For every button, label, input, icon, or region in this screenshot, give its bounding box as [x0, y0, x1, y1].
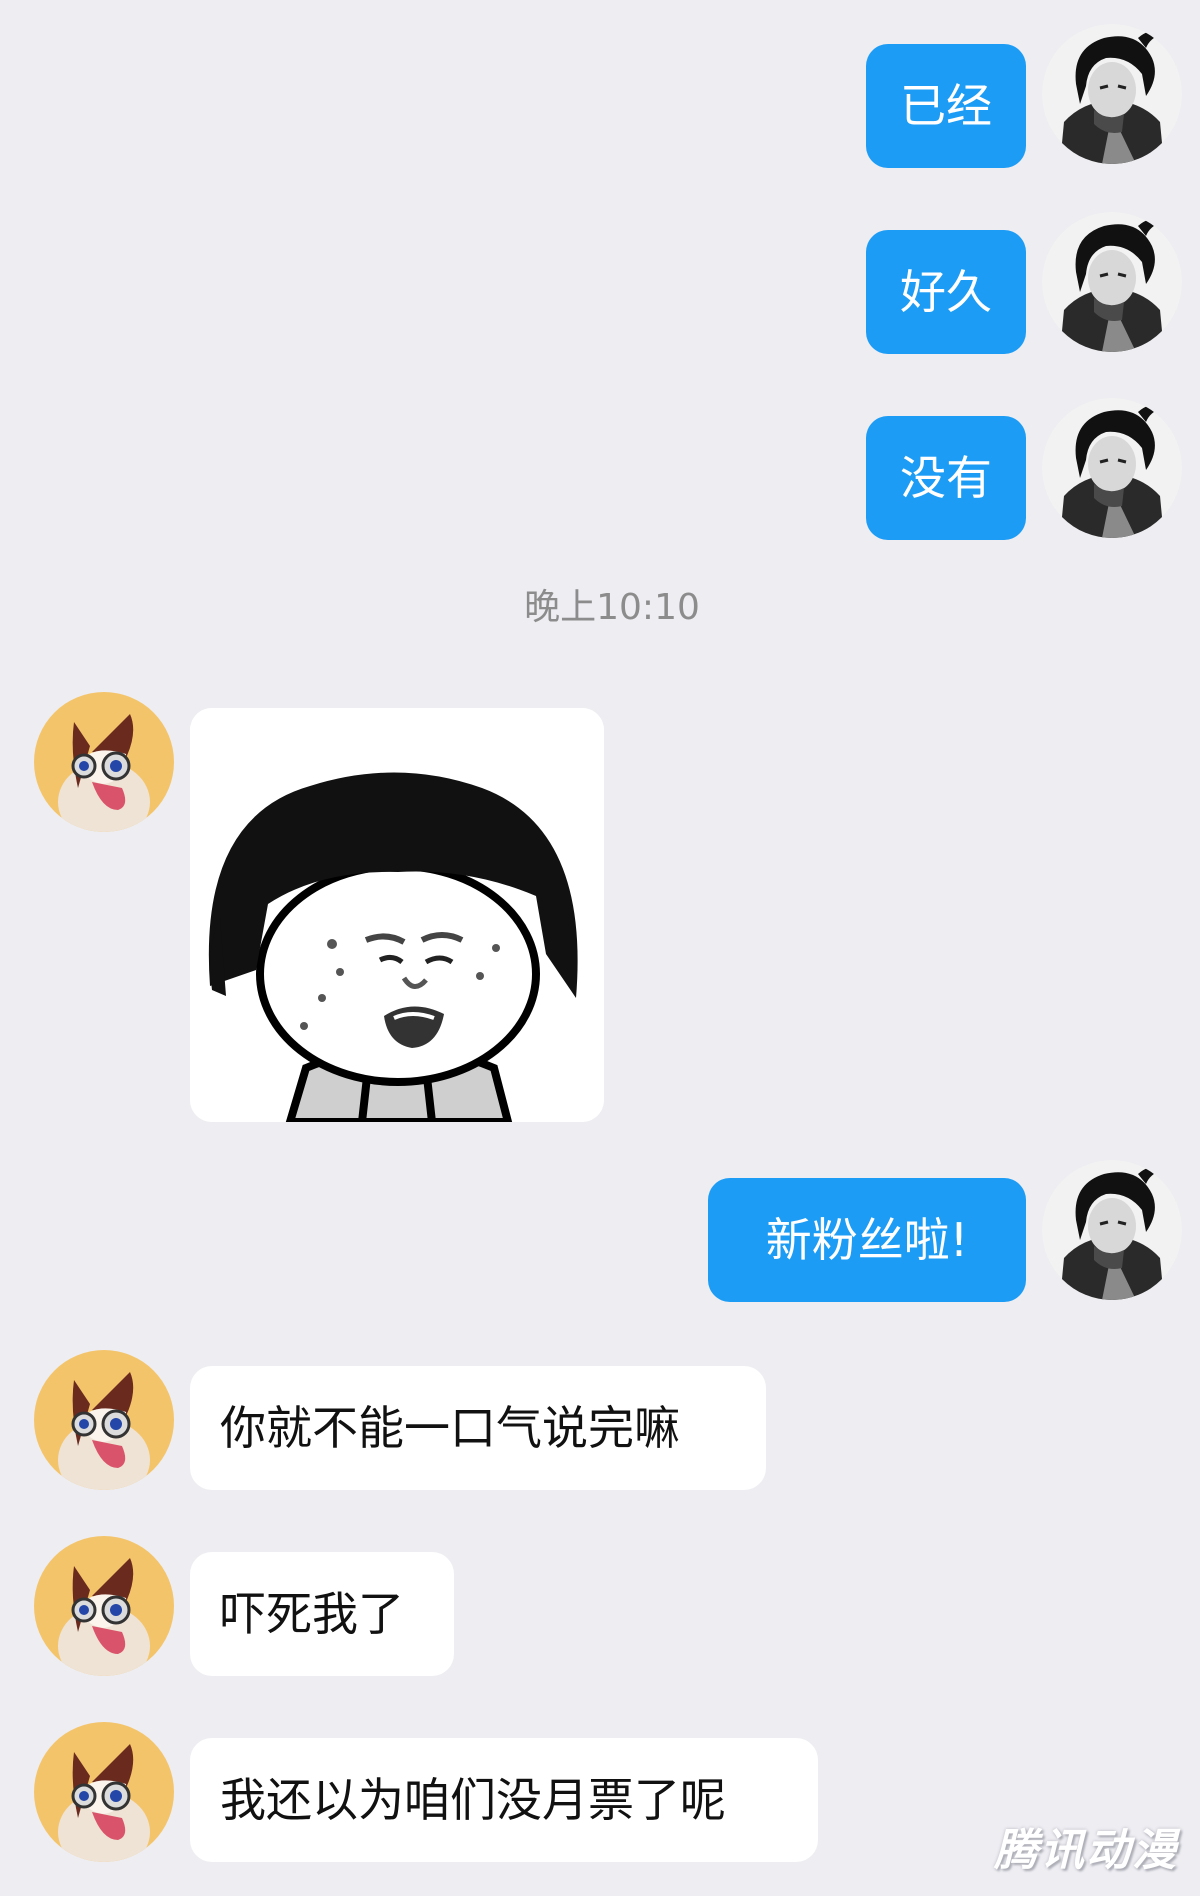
message-bubble-incoming[interactable]: 你就不能一口气说完嘛	[190, 1366, 766, 1490]
cartoon-bird-avatar[interactable]	[34, 1722, 174, 1862]
cartoon-bird-avatar[interactable]	[34, 1536, 174, 1676]
ink-warrior-avatar[interactable]	[1042, 398, 1182, 538]
message-bubble-incoming[interactable]: 吓死我了	[190, 1552, 454, 1676]
ink-warrior-avatar[interactable]	[1042, 1160, 1182, 1300]
message-timestamp: 晚上10:10	[524, 587, 700, 628]
message-bubble-incoming[interactable]: 我还以为咱们没月票了呢	[190, 1738, 818, 1862]
message-bubble-outgoing[interactable]: 新粉丝啦!	[708, 1178, 1026, 1302]
cartoon-bird-avatar[interactable]	[34, 1350, 174, 1490]
tencent-comics-watermark: 腾讯动漫	[994, 1825, 1178, 1876]
message-bubble-outgoing[interactable]: 没有	[866, 416, 1026, 540]
cartoon-bird-avatar[interactable]	[34, 692, 174, 832]
message-bubble-outgoing[interactable]: 好久	[866, 230, 1026, 354]
mushroom-head-meme-sticker[interactable]	[190, 708, 604, 1122]
ink-warrior-avatar[interactable]	[1042, 212, 1182, 352]
message-bubble-outgoing[interactable]: 已经	[866, 44, 1026, 168]
ink-warrior-avatar[interactable]	[1042, 24, 1182, 164]
